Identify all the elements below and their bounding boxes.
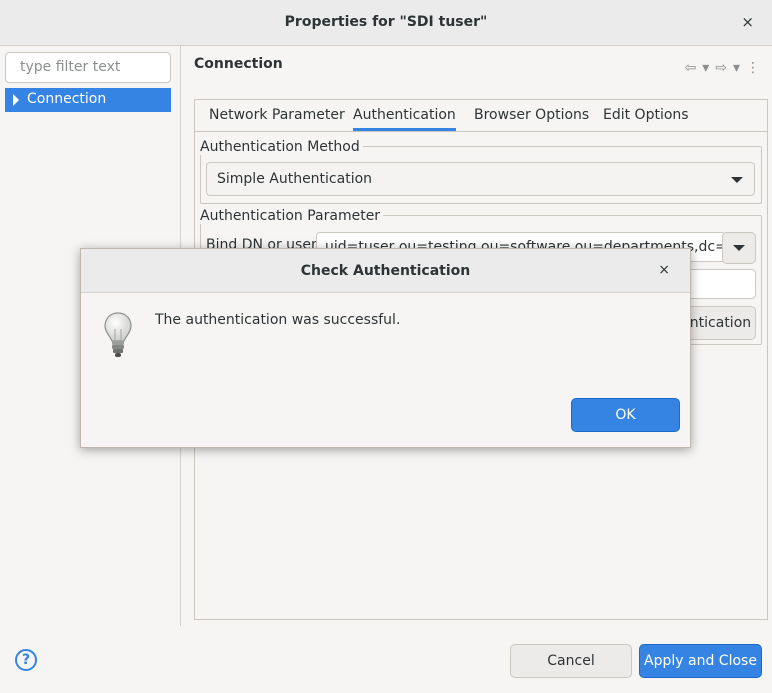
auth-param-label: Authentication Parameter	[200, 208, 384, 224]
auth-method-label: Authentication Method	[200, 139, 363, 155]
window-title: Properties for "SDI tuser"	[284, 14, 488, 30]
tab-edit-options[interactable]: Edit Options	[603, 107, 689, 123]
tab-bar: Network Parameter Authentication Browser…	[195, 100, 767, 132]
page-title: Connection	[194, 56, 283, 72]
sidebar-item-label: Connection	[27, 91, 107, 107]
bind-dn-dropdown-button[interactable]	[722, 232, 756, 264]
back-menu-icon[interactable]: ▾	[702, 60, 709, 76]
ok-button[interactable]: OK	[571, 398, 680, 432]
tab-browser-options[interactable]: Browser Options	[474, 107, 589, 123]
footer: ? Cancel Apply and Close	[0, 626, 772, 693]
apply-and-close-button[interactable]: Apply and Close	[639, 644, 762, 678]
dialog-message: The authentication was successful.	[155, 312, 401, 328]
cancel-button[interactable]: Cancel	[510, 644, 632, 678]
window-titlebar: Properties for "SDI tuser" ×	[0, 0, 772, 46]
auth-method-select[interactable]: Simple Authentication	[206, 162, 755, 196]
dialog-titlebar: Check Authentication ×	[81, 249, 690, 293]
filter-input[interactable]: type filter text	[5, 52, 171, 83]
dialog-title: Check Authentication	[300, 263, 471, 279]
forward-menu-icon[interactable]: ▾	[733, 60, 740, 76]
dialog-close-icon[interactable]: ×	[658, 262, 670, 278]
sidebar-item-connection[interactable]: Connection	[5, 88, 171, 112]
help-icon[interactable]: ?	[15, 649, 37, 671]
window-close-icon[interactable]: ×	[741, 13, 754, 31]
back-arrow-icon[interactable]: ⇦	[684, 60, 696, 76]
chevron-down-icon	[733, 245, 745, 251]
auth-method-value: Simple Authentication	[217, 171, 373, 187]
check-authentication-dialog: Check Authentication × The authenticatio…	[80, 248, 691, 448]
tab-authentication[interactable]: Authentication	[353, 107, 456, 131]
forward-arrow-icon[interactable]: ⇨	[715, 60, 727, 76]
view-menu-icon[interactable]: ⋮	[746, 60, 760, 76]
page-nav: ⇦ ▾ ⇨ ▾ ⋮	[684, 60, 760, 76]
chevron-down-icon	[731, 177, 743, 183]
expand-arrow-icon[interactable]	[13, 94, 19, 106]
tab-network-parameter[interactable]: Network Parameter	[209, 107, 345, 123]
lightbulb-icon	[104, 312, 132, 357]
